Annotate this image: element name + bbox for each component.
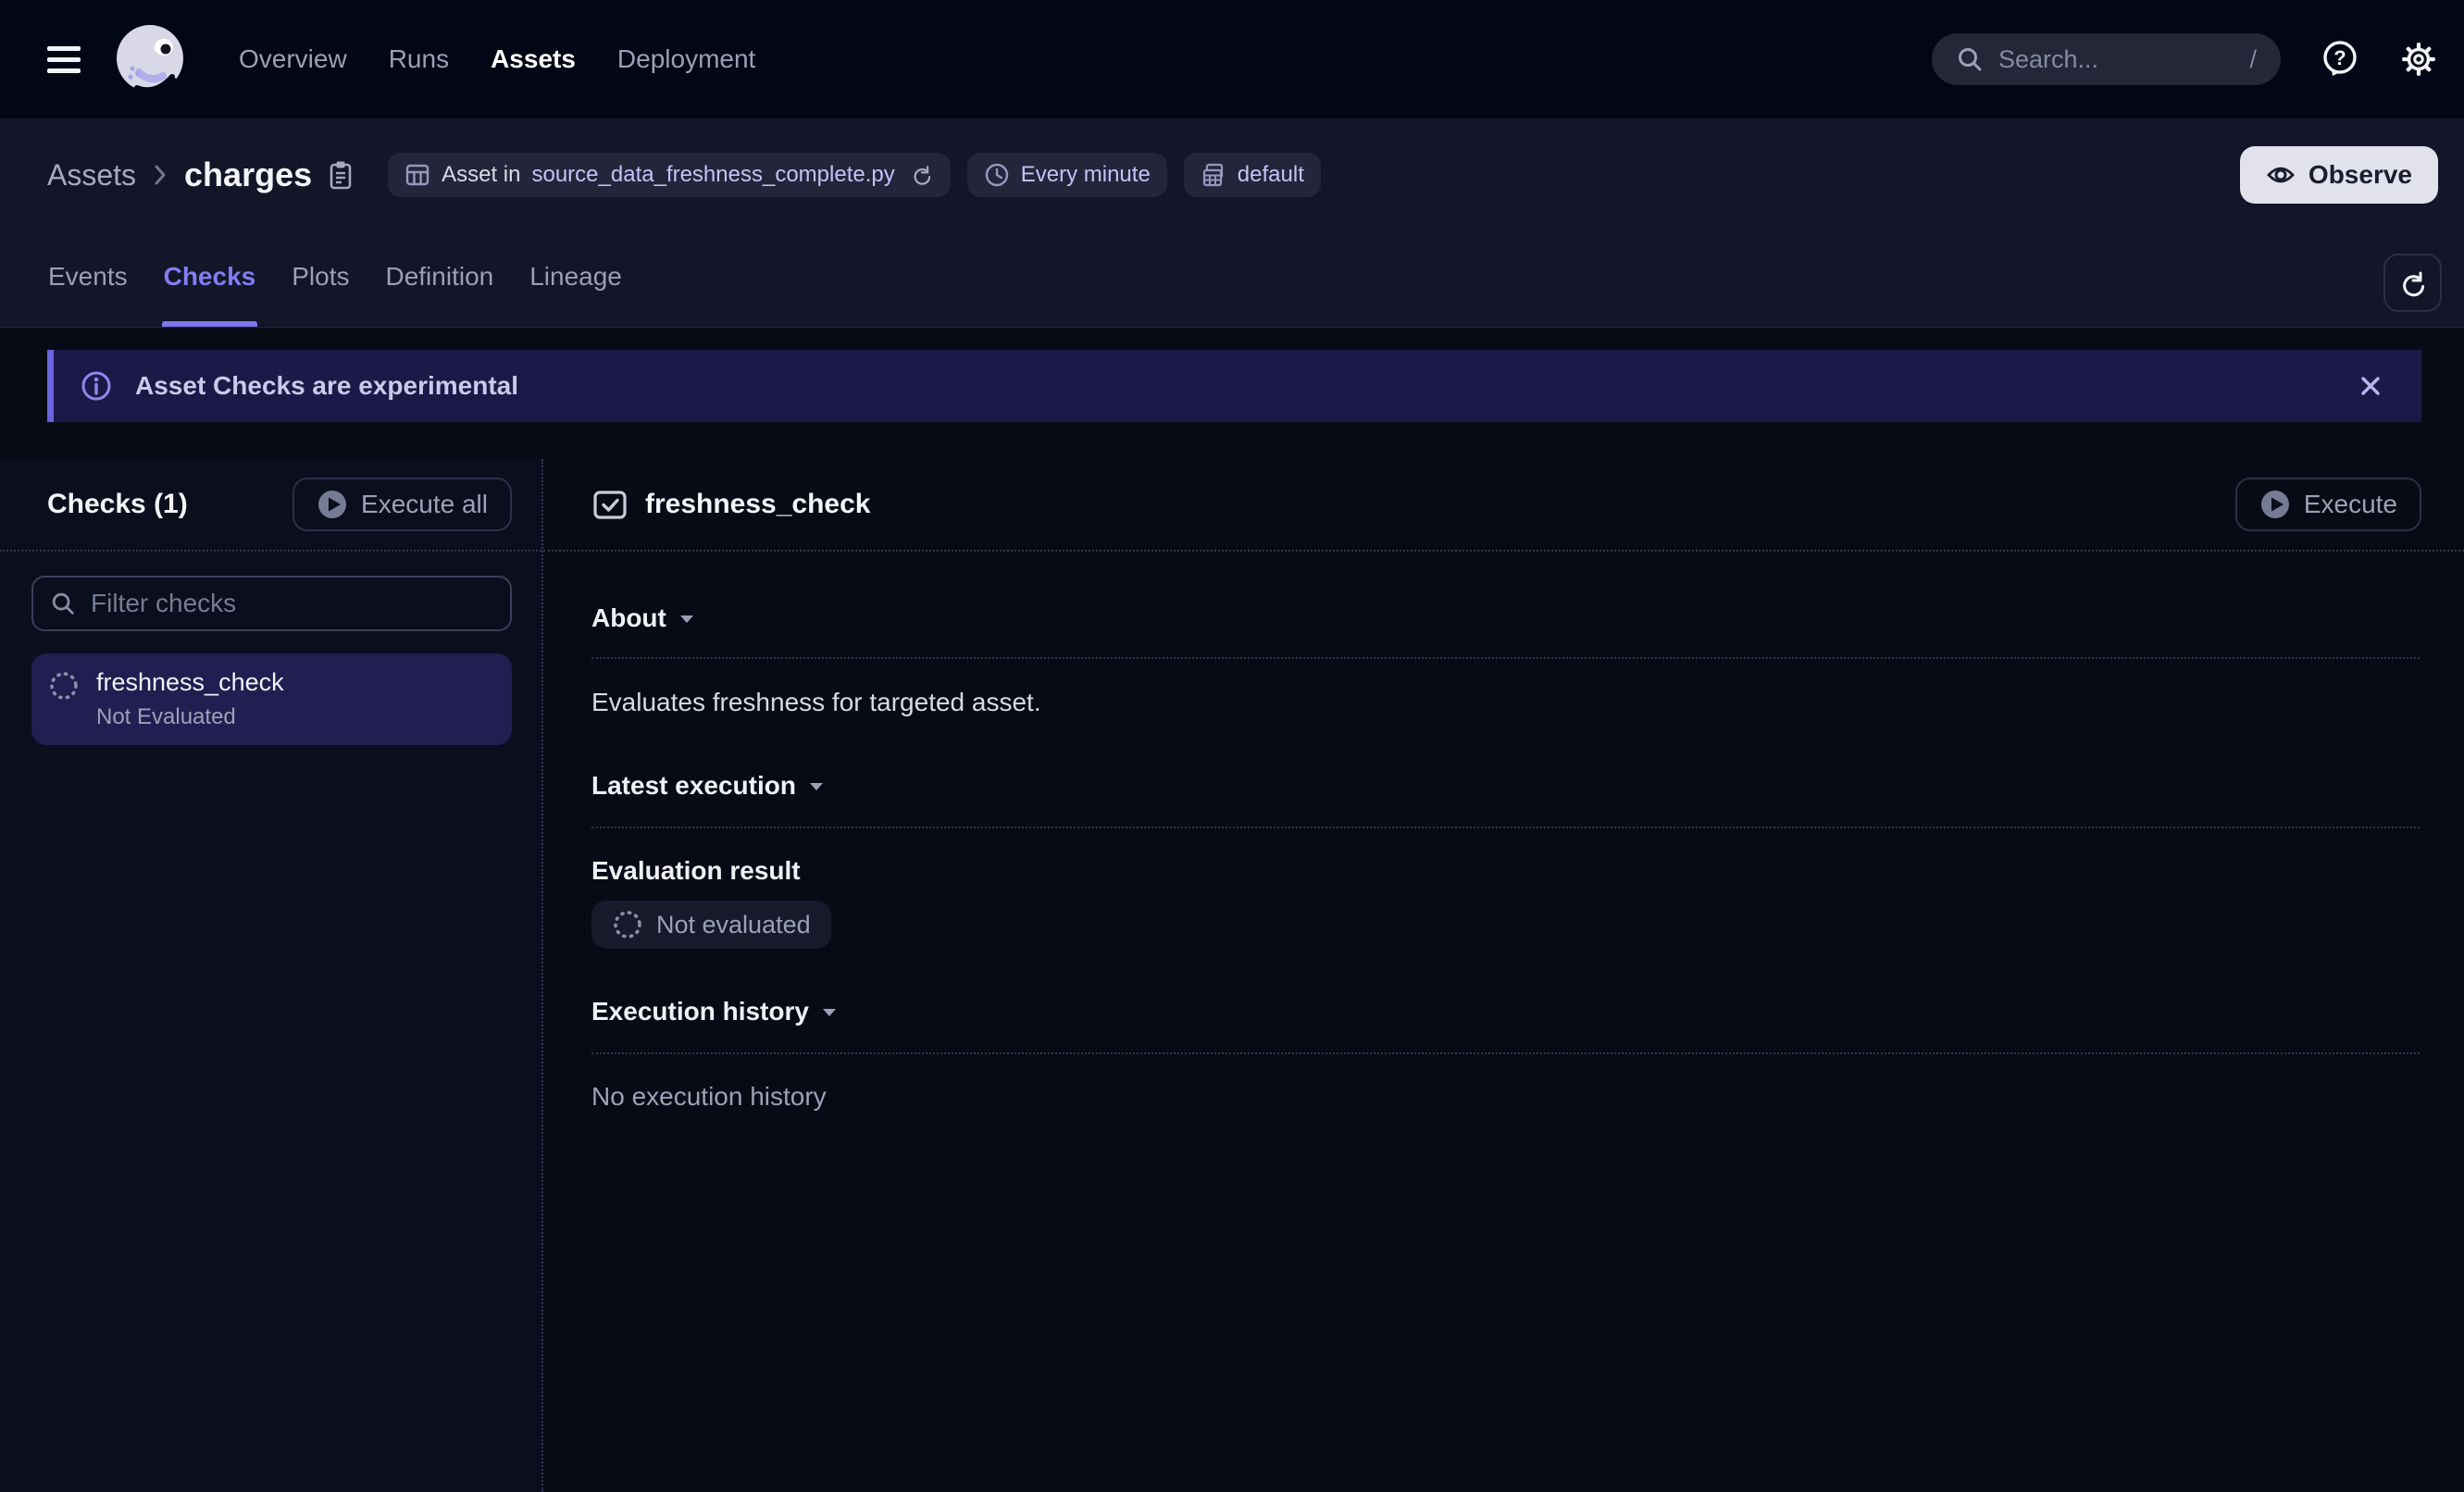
check-checkbox-icon [591, 486, 628, 523]
chevron-down-icon [679, 614, 694, 624]
checks-list-header: Checks (1) Execute all [0, 459, 541, 552]
not-evaluated-badge-label: Not evaluated [656, 911, 811, 939]
divider [591, 827, 2420, 828]
filter-checks-input[interactable] [31, 576, 512, 631]
tab-plots[interactable]: Plots [290, 262, 351, 327]
banner-message: Asset Checks are experimental [135, 371, 518, 401]
asset-tags: Asset in source_data_freshness_complete.… [388, 153, 1321, 197]
nav-item-assets[interactable]: Assets [485, 37, 581, 81]
info-icon [80, 369, 113, 403]
checks-content: Checks (1) Execute all freshness_check N… [0, 459, 2464, 1492]
checks-count-title: Checks (1) [47, 489, 188, 520]
check-detail-panel: freshness_check Execute About Evaluates … [543, 459, 2464, 1492]
divider [591, 1052, 2420, 1054]
filter-checks-wrap [31, 576, 512, 631]
breadcrumb: Assets charges Asset in source_data_fres… [47, 118, 2438, 207]
page-title-asset-name: charges [184, 155, 312, 194]
check-item-status: Not Evaluated [96, 704, 284, 730]
execution-history-label: Execution history [591, 997, 809, 1026]
svg-text:?: ? [2333, 46, 2346, 69]
latest-execution-label: Latest execution [591, 771, 796, 801]
observe-button-label: Observe [2308, 160, 2412, 190]
tab-events[interactable]: Events [46, 262, 130, 327]
execute-all-button[interactable]: Execute all [292, 478, 512, 531]
help-icon[interactable]: ? [2320, 38, 2360, 81]
tab-lineage[interactable]: Lineage [528, 262, 624, 327]
execute-button[interactable]: Execute [2235, 478, 2421, 531]
close-icon[interactable] [2357, 372, 2384, 400]
execute-all-label: Execute all [361, 490, 488, 519]
about-description: Evaluates freshness for targeted asset. [591, 688, 2420, 717]
check-detail-title: freshness_check [645, 489, 871, 520]
table-icon [404, 162, 430, 188]
tag-schedule-label: Every minute [1021, 162, 1151, 188]
tag-freshness-schedule: Every minute [967, 153, 1167, 197]
chevron-down-icon [822, 1007, 837, 1017]
clock-icon [984, 162, 1010, 188]
refresh-button[interactable] [2383, 254, 2442, 312]
search-icon [1956, 45, 1984, 73]
about-section-header[interactable]: About [591, 603, 2420, 633]
experimental-banner: Asset Checks are experimental [47, 350, 2421, 422]
breadcrumb-chevron-icon [153, 163, 168, 187]
divider [591, 657, 2420, 659]
nav-item-deployment[interactable]: Deployment [612, 37, 761, 81]
no-execution-history-text: No execution history [591, 1082, 2420, 1112]
primary-nav: Overview Runs Assets Deployment [233, 37, 761, 81]
top-navigation-bar: Overview Runs Assets Deployment Search..… [0, 0, 2464, 118]
evaluation-result-label: Evaluation result [591, 856, 2420, 886]
asset-page-header: Assets charges Asset in source_data_fres… [0, 118, 2464, 328]
search-placeholder: Search... [1998, 45, 2098, 74]
global-search-input[interactable]: Search... / [1932, 33, 2281, 85]
check-item-name: freshness_check [96, 668, 284, 697]
tab-checks[interactable]: Checks [162, 262, 258, 327]
about-label: About [591, 603, 666, 633]
not-evaluated-spinner-icon [612, 909, 643, 940]
execute-button-label: Execute [2304, 490, 2397, 519]
tag-asset-in-label: Asset in [442, 162, 520, 188]
chevron-down-icon [809, 781, 824, 791]
hamburger-menu-icon[interactable] [47, 46, 81, 73]
settings-gear-icon[interactable] [2399, 40, 2438, 79]
nav-item-overview[interactable]: Overview [233, 37, 353, 81]
check-detail-header: freshness_check Execute [543, 459, 2464, 552]
nav-right-cluster: Search... / ? [1932, 33, 2438, 85]
search-shortcut-hint: / [2249, 45, 2257, 74]
execution-history-section-header[interactable]: Execution history [591, 997, 2420, 1026]
tab-definition[interactable]: Definition [383, 262, 495, 327]
not-evaluated-spinner-icon [48, 670, 80, 730]
eye-icon [2266, 164, 2296, 186]
dagster-logo[interactable] [111, 20, 189, 98]
latest-execution-section-header[interactable]: Latest execution [591, 771, 2420, 801]
filter-search-icon [50, 591, 76, 616]
observe-button[interactable]: Observe [2240, 146, 2438, 204]
asset-definition-file-link[interactable]: source_data_freshness_complete.py [531, 162, 894, 188]
tag-location-label: default [1238, 162, 1304, 188]
play-circle-icon [317, 489, 348, 520]
reload-definition-icon[interactable] [910, 163, 934, 187]
tag-asset-definition: Asset in source_data_freshness_complete.… [388, 153, 951, 197]
banner-strip: Asset Checks are experimental [0, 328, 2464, 422]
asset-tabs: Events Checks Plots Definition Lineage [46, 262, 624, 327]
check-detail-body: About Evaluates freshness for targeted a… [543, 552, 2464, 1112]
breadcrumb-assets-link[interactable]: Assets [47, 158, 136, 193]
tag-code-location: default [1184, 153, 1321, 197]
play-circle-icon [2259, 489, 2291, 520]
copy-asset-name-icon[interactable] [327, 159, 355, 191]
checks-list-panel: Checks (1) Execute all freshness_check N… [0, 459, 543, 1492]
not-evaluated-badge: Not evaluated [591, 901, 831, 949]
nav-item-runs[interactable]: Runs [383, 37, 454, 81]
check-list-item-freshness-check[interactable]: freshness_check Not Evaluated [31, 653, 512, 745]
repo-grid-icon [1201, 162, 1226, 188]
